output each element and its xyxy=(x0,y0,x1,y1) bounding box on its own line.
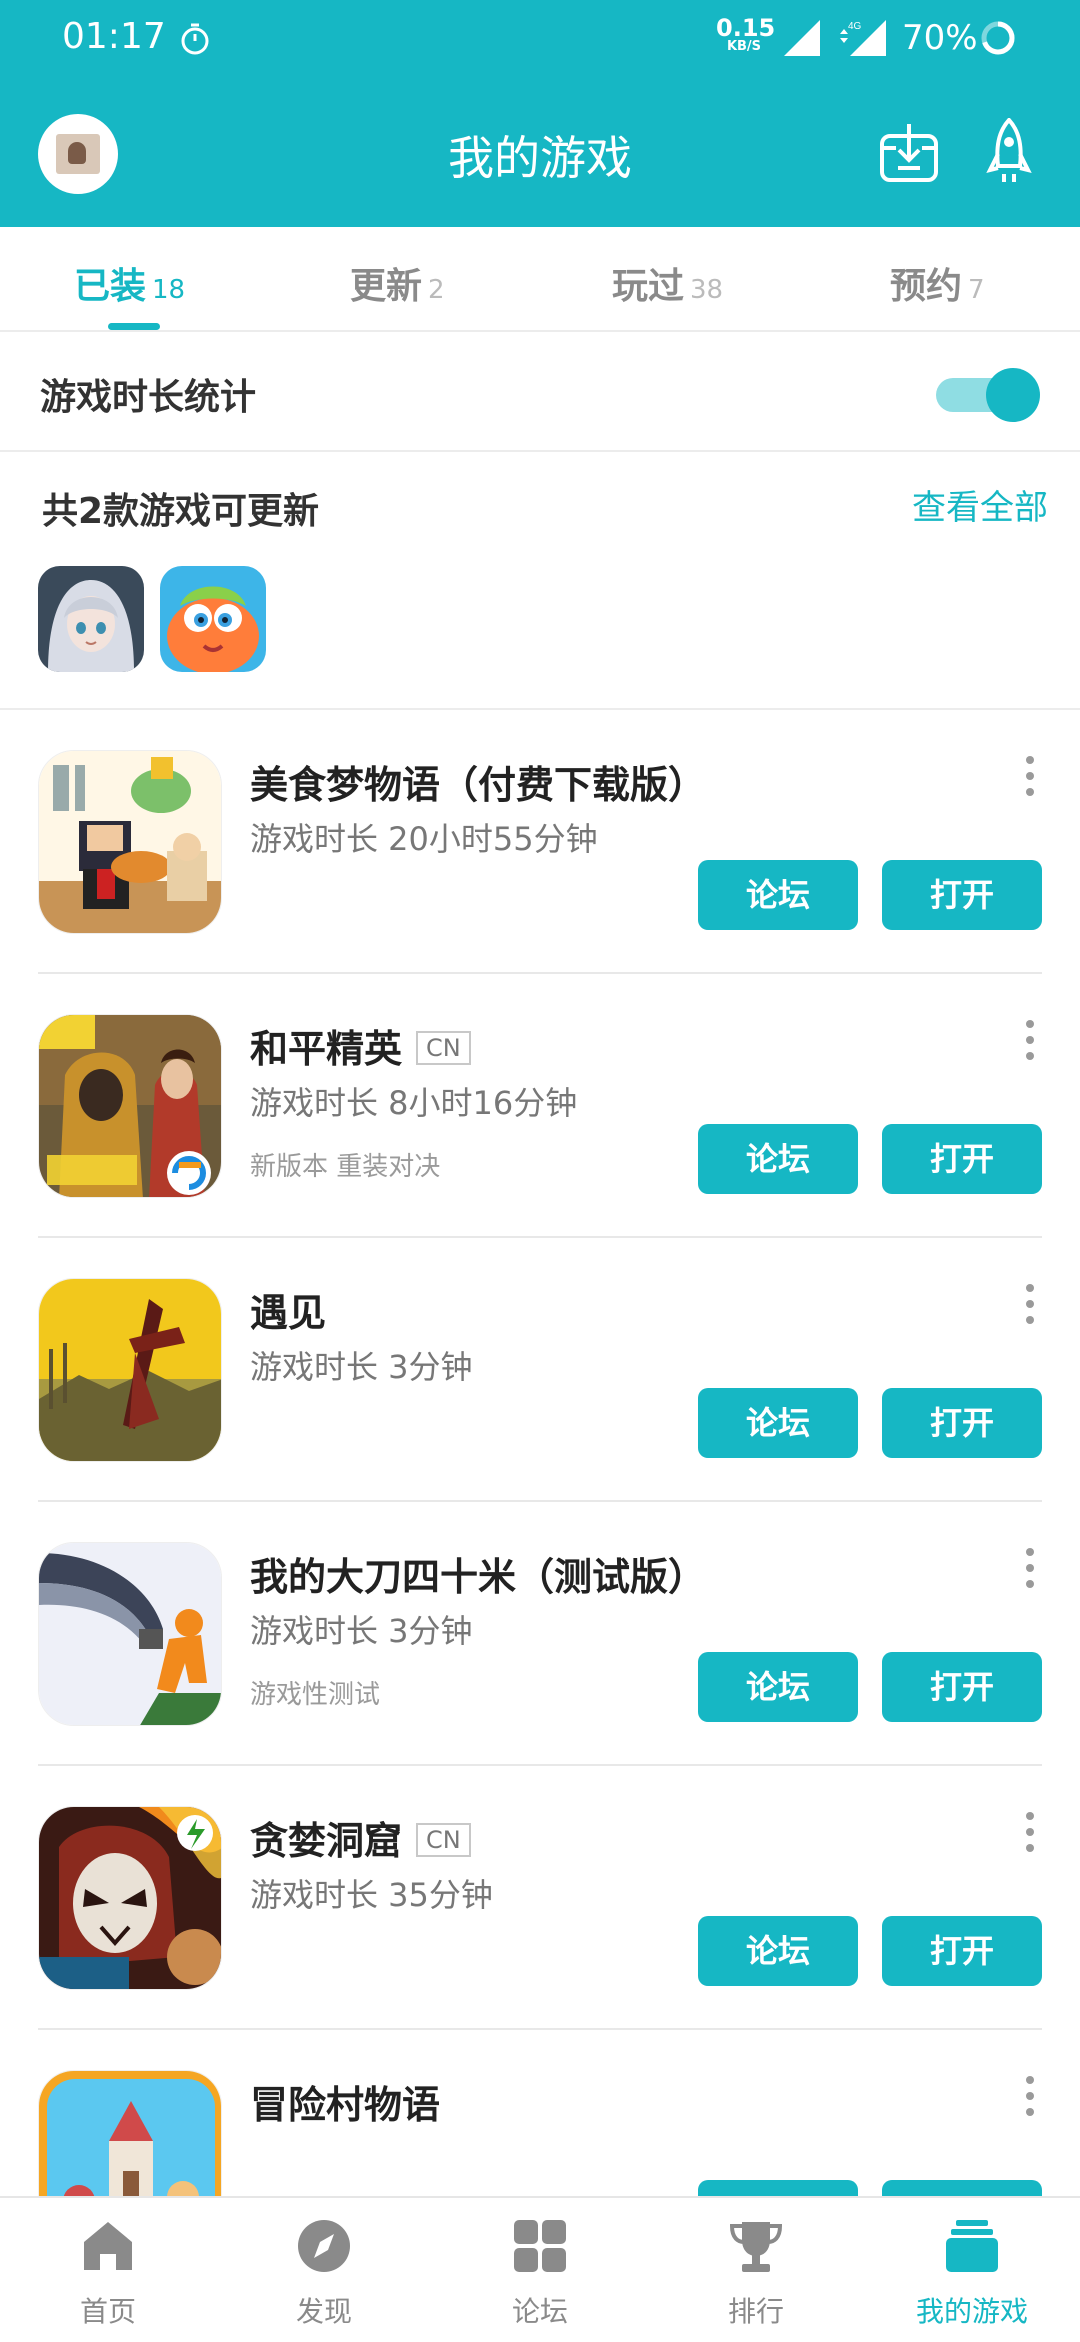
forum-button[interactable]: 论坛 xyxy=(698,1124,858,1194)
trophy-icon xyxy=(729,2222,783,2272)
game-note: 游戏性测试 xyxy=(250,1680,381,1710)
forum-button[interactable]: 论坛 xyxy=(698,1652,858,1722)
more-options-icon[interactable] xyxy=(1022,1020,1038,1064)
game-note: 新版本 重装对决 xyxy=(250,1152,441,1182)
game-name: 遇见 xyxy=(250,1291,327,1335)
forum-button[interactable]: 论坛 xyxy=(698,1388,858,1458)
playtime-stats-label: 游戏时长统计 xyxy=(40,377,257,418)
open-button[interactable]: 打开 xyxy=(882,1652,1042,1722)
update-section: 共2款游戏可更新 查看全部 xyxy=(0,452,1080,710)
more-options-icon[interactable] xyxy=(1022,1284,1038,1328)
more-options-icon[interactable] xyxy=(1022,1812,1038,1856)
forum-button[interactable]: 论坛 xyxy=(698,860,858,930)
download-icon[interactable] xyxy=(878,122,940,184)
open-button[interactable]: 打开 xyxy=(882,1388,1042,1458)
game-playtime: 游戏时长 3分钟 xyxy=(250,1348,473,1386)
game-stack-icon xyxy=(946,2220,998,2272)
game-icon[interactable] xyxy=(38,1014,222,1198)
tab-installed[interactable]: 已装 18 xyxy=(74,257,185,309)
tab-played[interactable]: 玩过 38 xyxy=(612,257,723,309)
game-list-item[interactable]: 和平精英 CN 游戏时长 8小时16分钟 新版本 重装对决 论坛 打开 xyxy=(38,974,1042,1238)
region-tag: CN xyxy=(416,1030,471,1065)
game-icon[interactable] xyxy=(38,1806,222,1990)
tab-reserved[interactable]: 预约 7 xyxy=(890,257,985,309)
game-playtime: 游戏时长 35分钟 xyxy=(250,1876,493,1914)
open-button[interactable]: 打开 xyxy=(882,1124,1042,1194)
game-list-item[interactable]: 贪婪洞窟 CN 游戏时长 35分钟 论坛 打开 xyxy=(38,1766,1042,2030)
nav-home[interactable]: 首页 xyxy=(0,2198,216,2342)
more-options-icon[interactable] xyxy=(1022,2076,1038,2120)
signal-icon xyxy=(784,20,820,56)
nav-ranking[interactable]: 排行 xyxy=(648,2198,864,2342)
open-button[interactable]: 打开 xyxy=(882,1916,1042,1986)
svg-text:4G: 4G xyxy=(848,21,862,32)
signal-4g-icon: 4G xyxy=(840,20,886,56)
game-playtime: 游戏时长 20小时55分钟 xyxy=(250,820,598,858)
update-game-icon[interactable] xyxy=(160,566,266,672)
update-title: 共2款游戏可更新 xyxy=(42,491,320,532)
nav-forum[interactable]: 论坛 xyxy=(432,2198,648,2342)
tab-updates[interactable]: 更新 2 xyxy=(350,257,445,309)
game-name: 和平精英 CN xyxy=(250,1018,471,1073)
tab-indicator xyxy=(108,323,160,330)
tab-bar: 已装 18 更新 2 玩过 38 预约 7 xyxy=(0,227,1080,332)
timer-icon xyxy=(181,23,209,55)
game-icon[interactable] xyxy=(38,1278,222,1462)
game-name: 美食梦物语（付费下载版） xyxy=(250,763,707,807)
playtime-stats-toggle[interactable] xyxy=(936,366,1040,422)
game-playtime: 游戏时长 8小时16分钟 xyxy=(250,1084,578,1122)
open-button[interactable]: 打开 xyxy=(882,860,1042,930)
nav-discover[interactable]: 发现 xyxy=(216,2198,432,2342)
forum-button[interactable]: 论坛 xyxy=(698,1916,858,1986)
game-name: 我的大刀四十米（测试版） xyxy=(250,1555,707,1599)
game-list-item[interactable]: 美食梦物语（付费下载版） 游戏时长 20小时55分钟 论坛 打开 xyxy=(38,710,1042,974)
game-icon[interactable] xyxy=(38,1542,222,1726)
more-options-icon[interactable] xyxy=(1022,756,1038,800)
view-all-link[interactable]: 查看全部 xyxy=(912,480,1048,529)
nav-my-games[interactable]: 我的游戏 xyxy=(864,2198,1080,2342)
battery-text: 70% xyxy=(902,18,978,58)
game-playtime: 游戏时长 3分钟 xyxy=(250,1612,473,1650)
battery-ring-icon xyxy=(981,21,1015,55)
region-tag: CN xyxy=(416,1822,471,1857)
grid-icon xyxy=(514,2220,566,2272)
game-list-item[interactable]: 我的大刀四十米（测试版） 游戏时长 3分钟 游戏性测试 论坛 打开 xyxy=(38,1502,1042,1766)
net-speed: 0.15 KB/S xyxy=(716,14,776,54)
status-time: 01:17 xyxy=(62,16,166,57)
game-name: 贪婪洞窟 CN xyxy=(250,1810,471,1865)
bottom-navigation: 首页 发现 论坛 排行 我的游戏 xyxy=(0,2196,1080,2342)
more-options-icon[interactable] xyxy=(1022,1548,1038,1592)
update-game-icon[interactable] xyxy=(38,566,144,672)
compass-icon xyxy=(298,2220,350,2272)
playtime-stats-row: 游戏时长统计 xyxy=(0,330,1080,452)
game-icon[interactable] xyxy=(38,750,222,934)
home-icon xyxy=(84,2222,132,2270)
status-bar: 01:17 0.15 KB/S 4G 70% xyxy=(0,0,1080,80)
game-name: 冒险村物语 xyxy=(250,2083,441,2127)
game-list-item[interactable]: 遇见 游戏时长 3分钟 论坛 打开 xyxy=(38,1238,1042,1502)
rocket-icon[interactable] xyxy=(986,118,1032,186)
